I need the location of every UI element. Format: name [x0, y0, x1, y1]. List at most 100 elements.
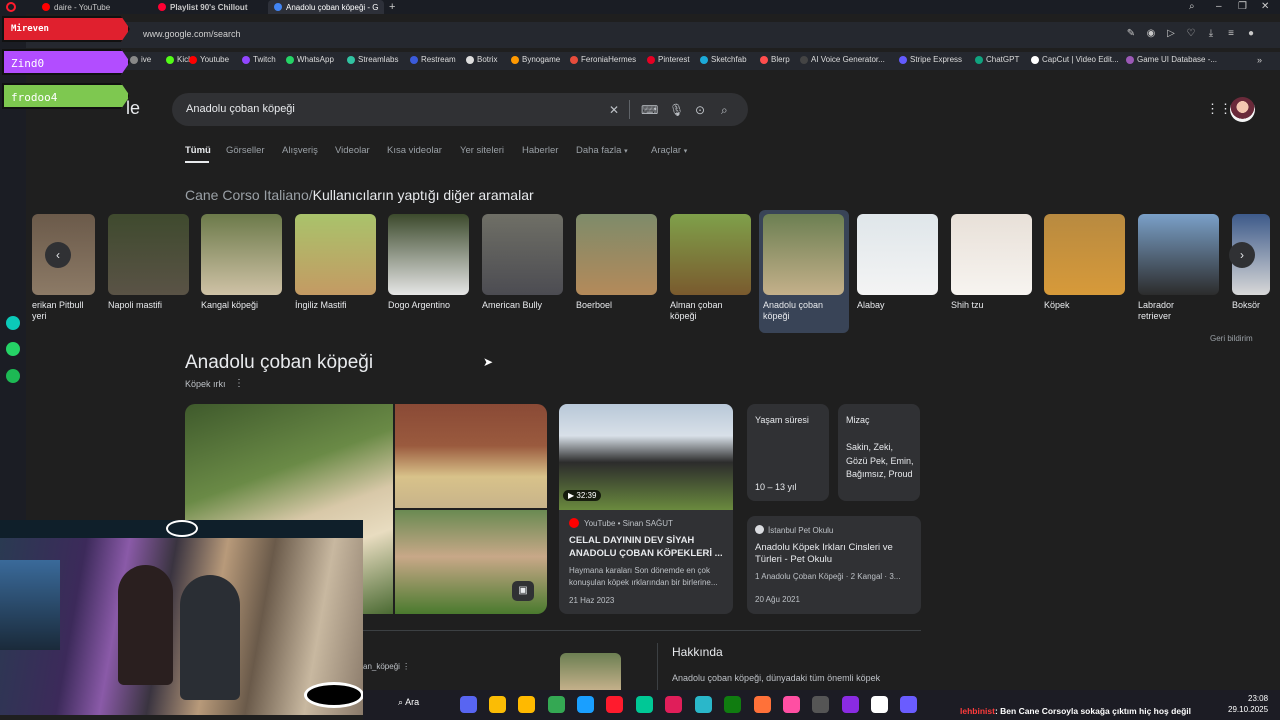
- related-thumbnail[interactable]: [388, 214, 469, 295]
- wiki-thumbnail[interactable]: [560, 653, 621, 690]
- tab-more[interactable]: Daha fazla ▾: [576, 145, 628, 156]
- clear-icon[interactable]: ✕: [609, 103, 619, 117]
- bookmark-item[interactable]: ChatGPT: [975, 55, 1019, 64]
- search-icon[interactable]: ⌕: [721, 103, 728, 118]
- minimize-icon[interactable]: –: [1216, 1, 1222, 12]
- bookmark-item[interactable]: Bynogame: [511, 55, 560, 64]
- tab-shopping[interactable]: Alışveriş: [282, 145, 318, 156]
- profile-icon[interactable]: ●: [1245, 28, 1257, 40]
- related-thumbnail[interactable]: [108, 214, 189, 295]
- taskbar-app-icon[interactable]: [606, 696, 623, 713]
- search-input[interactable]: Anadolu çoban köpeği: [186, 103, 295, 115]
- bookmark-item[interactable]: WhatsApp: [286, 55, 334, 64]
- article-title[interactable]: Anadolu Köpek Irkları Cinsleri ve Türler…: [755, 542, 915, 566]
- bookmark-item[interactable]: Game UI Database -...: [1126, 55, 1217, 64]
- related-thumbnail[interactable]: [576, 214, 657, 295]
- camera-icon[interactable]: ◉: [1145, 28, 1157, 40]
- whatsapp-icon[interactable]: [6, 342, 20, 356]
- wiki-link[interactable]: an_köpeği ⋮: [363, 662, 410, 671]
- tab-google[interactable]: Anadolu çoban köpeği - G ✕: [268, 0, 384, 14]
- taskbar-app-icon[interactable]: [636, 696, 653, 713]
- related-label[interactable]: Alman çoban köpeği: [670, 300, 756, 322]
- related-thumbnail[interactable]: [1138, 214, 1219, 295]
- tab-news[interactable]: Haberler: [522, 145, 558, 156]
- related-label[interactable]: İngiliz Mastifi: [295, 300, 381, 311]
- system-clock[interactable]: 23:08 29.10.2025: [1228, 693, 1268, 715]
- video-title[interactable]: CELAL DAYININ DEV SİYAH ANADOLU ÇOBAN KÖ…: [569, 535, 725, 560]
- taskbar-app-icon[interactable]: [754, 696, 771, 713]
- apps-icon[interactable]: ⋮⋮: [1206, 101, 1232, 117]
- tab-youtube[interactable]: daire - YouTube: [36, 0, 154, 14]
- taskbar-app-icon[interactable]: [842, 696, 859, 713]
- heart-icon[interactable]: ♡: [1185, 28, 1197, 40]
- bookmark-item[interactable]: Stripe Express: [899, 55, 962, 64]
- more-options-icon[interactable]: ⋮: [234, 378, 244, 389]
- feedback-link[interactable]: Geri bildirim: [1210, 334, 1253, 343]
- more-bookmarks-icon[interactable]: »: [1257, 55, 1262, 65]
- opera-icon[interactable]: [6, 2, 16, 12]
- lens-icon[interactable]: ⊙: [695, 103, 705, 117]
- carousel-prev-button[interactable]: ‹: [45, 242, 71, 268]
- taskbar-app-icon[interactable]: [460, 696, 477, 713]
- related-thumbnail[interactable]: [201, 214, 282, 295]
- related-label[interactable]: erikan Pitbull yeri: [32, 300, 118, 322]
- account-avatar[interactable]: [1230, 97, 1255, 122]
- related-label[interactable]: Napoli mastifi: [108, 300, 194, 311]
- related-thumbnail[interactable]: [295, 214, 376, 295]
- taskbar-app-icon[interactable]: [665, 696, 682, 713]
- taskbar-app-icon[interactable]: [812, 696, 829, 713]
- taskbar-app-icon[interactable]: [695, 696, 712, 713]
- bookmark-item[interactable]: AI Voice Generator...: [800, 55, 885, 64]
- taskbar-search[interactable]: ⌕ Ara: [398, 697, 419, 708]
- image-gallery-icon[interactable]: ▣: [512, 581, 534, 601]
- related-thumbnail[interactable]: [857, 214, 938, 295]
- maximize-icon[interactable]: ❐: [1238, 1, 1247, 12]
- taskbar-app-icon[interactable]: [783, 696, 800, 713]
- related-thumbnail[interactable]: [1044, 214, 1125, 295]
- related-label[interactable]: Köpek: [1044, 300, 1130, 311]
- bookmark-item[interactable]: Streamlabs: [347, 55, 398, 64]
- related-label[interactable]: Labrador retriever: [1138, 300, 1224, 322]
- bookmark-item[interactable]: FeroniaHermes: [570, 55, 636, 64]
- close-window-icon[interactable]: ✕: [1261, 1, 1269, 12]
- bookmark-item[interactable]: Botrix: [466, 55, 497, 64]
- download-icon[interactable]: ⤓: [1205, 28, 1217, 40]
- spotify-icon[interactable]: [6, 369, 20, 383]
- related-label[interactable]: Anadolu çoban köpeği: [763, 300, 849, 322]
- related-label[interactable]: Boksör: [1232, 300, 1280, 311]
- tab-short-videos[interactable]: Kısa videolar: [387, 145, 442, 156]
- bookmark-item[interactable]: CapCut | Video Edit...: [1031, 55, 1119, 64]
- taskbar-app-icon[interactable]: [900, 696, 917, 713]
- related-thumbnail[interactable]: [482, 214, 563, 295]
- search-tabs-icon[interactable]: ⌕: [1189, 1, 1195, 12]
- bookmark-item[interactable]: Youtube: [189, 55, 229, 64]
- play-icon[interactable]: ▷: [1165, 28, 1177, 40]
- taskbar-app-icon[interactable]: [489, 696, 506, 713]
- microphone-icon[interactable]: 🎙: [669, 103, 684, 117]
- tab-web[interactable]: Yer siteleri: [460, 145, 504, 156]
- messenger-icon[interactable]: [6, 316, 20, 330]
- tab-all[interactable]: Tümü: [185, 145, 211, 156]
- taskbar-app-icon[interactable]: [871, 696, 888, 713]
- taskbar-app-icon[interactable]: [518, 696, 535, 713]
- edit-icon[interactable]: ✎: [1125, 28, 1137, 40]
- related-label[interactable]: Kangal köpeği: [201, 300, 287, 311]
- tab-videos[interactable]: Videolar: [335, 145, 370, 156]
- related-label[interactable]: Dogo Argentino: [388, 300, 474, 311]
- taskbar-app-icon[interactable]: [548, 696, 565, 713]
- more-options-icon[interactable]: ⋮: [402, 662, 410, 671]
- related-label[interactable]: Shih tzu: [951, 300, 1037, 311]
- keyboard-icon[interactable]: ⌨: [641, 103, 658, 117]
- url-field[interactable]: www.google.com/search: [143, 29, 241, 39]
- bookmark-item[interactable]: Blerp: [760, 55, 790, 64]
- carousel-next-button[interactable]: ›: [1229, 242, 1255, 268]
- bookmark-item[interactable]: ive: [130, 55, 151, 64]
- taskbar-app-icon[interactable]: [724, 696, 741, 713]
- related-label[interactable]: Boerboel: [576, 300, 662, 311]
- related-label[interactable]: American Bully: [482, 300, 568, 311]
- taskbar-app-icon[interactable]: [577, 696, 594, 713]
- bookmark-item[interactable]: Sketchfab: [700, 55, 747, 64]
- menu-icon[interactable]: ≡: [1225, 28, 1237, 40]
- new-tab-button[interactable]: +: [389, 1, 395, 13]
- tab-playlist[interactable]: Playlist 90's Chillout: [152, 0, 264, 14]
